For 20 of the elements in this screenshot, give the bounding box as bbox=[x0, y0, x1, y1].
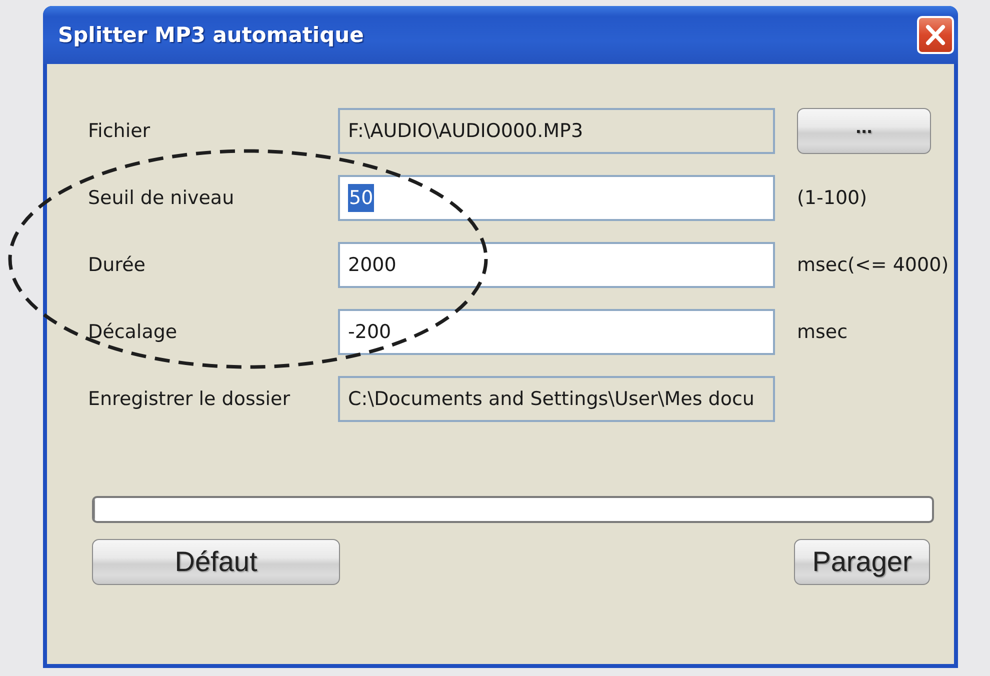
browse-button[interactable]: ... bbox=[797, 108, 931, 154]
field-label: Décalage bbox=[88, 321, 178, 343]
unit-label: msec(<= 4000) bbox=[797, 254, 950, 276]
input-field[interactable]: 2000 bbox=[338, 242, 775, 288]
default-button[interactable]: Défaut bbox=[92, 539, 340, 585]
close-icon bbox=[917, 16, 954, 54]
input-field[interactable]: 50 bbox=[338, 175, 775, 221]
split-button[interactable]: Parager bbox=[794, 539, 930, 585]
selected-text: 50 bbox=[348, 184, 374, 212]
unit-label: msec bbox=[797, 321, 849, 343]
unit-label: (1-100) bbox=[797, 187, 868, 209]
field-label: Fichier bbox=[88, 120, 152, 142]
input-field[interactable]: F:\AUDIO\AUDIO000.MP3 bbox=[338, 108, 775, 154]
window-title: Splitter MP3 automatique bbox=[58, 23, 364, 47]
input-field[interactable]: C:\Documents and Settings\User\Mes docu bbox=[338, 376, 775, 422]
field-label: Durée bbox=[88, 254, 146, 276]
field-label: Seuil de niveau bbox=[88, 187, 236, 209]
field-label: Enregistrer le dossier bbox=[88, 388, 292, 410]
close-button[interactable] bbox=[917, 16, 954, 54]
input-field[interactable]: -200 bbox=[338, 309, 775, 355]
